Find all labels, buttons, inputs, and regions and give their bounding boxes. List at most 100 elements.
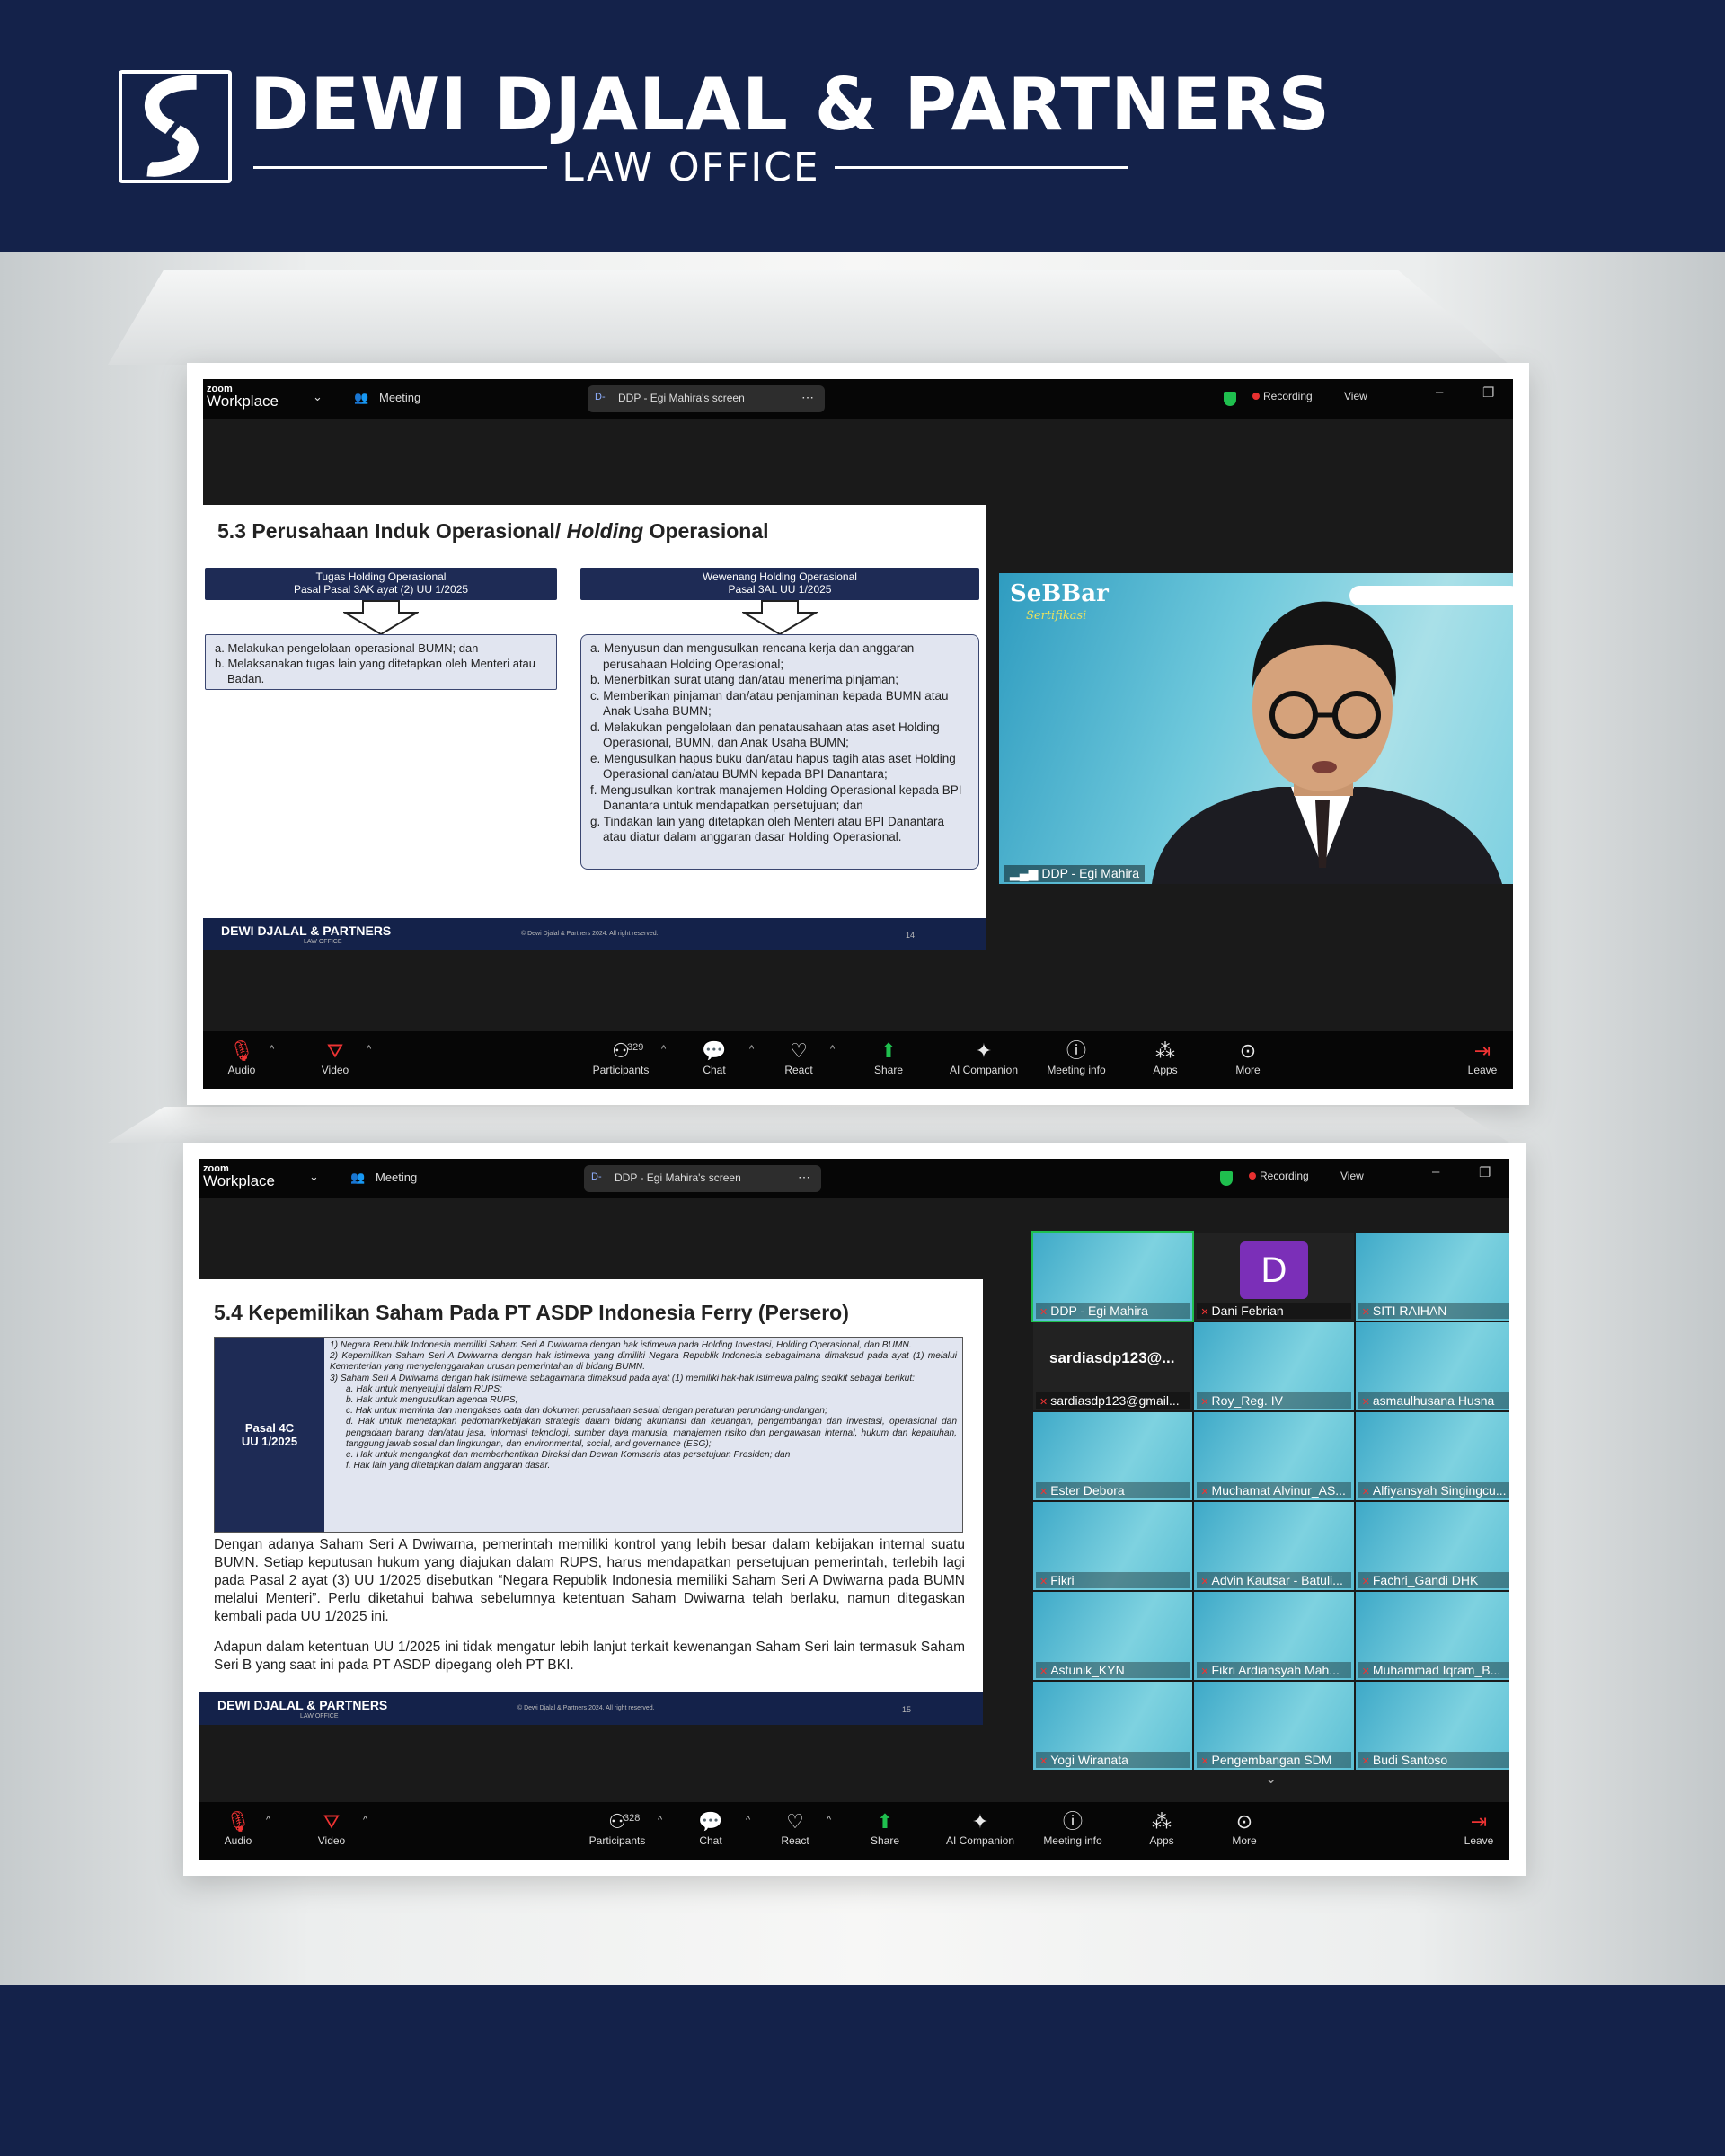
zoom-titlebar: zoom Workplace ⌄ 👥 Meeting D- DDP - Egi … [199, 1159, 1509, 1198]
minimize-icon[interactable]: – [1432, 1164, 1439, 1180]
apps-button[interactable]: ⁂ Apps [1130, 1809, 1193, 1847]
react-caret[interactable]: ^ [830, 1044, 835, 1055]
ai-companion-button[interactable]: ✦ AI Companion [943, 1038, 1024, 1076]
slide-footer: DEWI DJALAL & PARTNERS LAW OFFICE © Dewi… [199, 1692, 983, 1725]
pasal-table: Pasal 4C UU 1/2025 1) Negara Republik In… [214, 1337, 963, 1533]
audio-button[interactable]: 🎙 Audio [210, 1038, 273, 1076]
share-button[interactable]: ⬆ Share [857, 1038, 920, 1076]
audio-button[interactable]: 🎙 Audio [207, 1809, 270, 1847]
audio-options-caret[interactable]: ^ [266, 1815, 270, 1825]
share-title-pill[interactable]: D- DDP - Egi Mahira's screen ⋯ [584, 1165, 821, 1192]
participants-caret[interactable]: ^ [658, 1815, 662, 1825]
chevron-down-icon[interactable]: ⌄ [309, 1170, 319, 1184]
signal-icon: ▂▄▆ [1010, 866, 1042, 880]
audio-options-caret[interactable]: ^ [270, 1044, 274, 1055]
leave-button[interactable]: ⇥ Leave [1452, 1809, 1506, 1847]
participant-tile[interactable]: ✕ SITI RAIHAN [1355, 1233, 1509, 1321]
participant-tile[interactable]: ✕ asmaulhusana Husna [1355, 1322, 1509, 1410]
leave-button[interactable]: ⇥ Leave [1455, 1038, 1509, 1076]
participant-tile[interactable]: ✕ Yogi Wiranata [1033, 1682, 1193, 1770]
participant-tile[interactable]: ✕ Muchamat Alvinur_AS... [1194, 1412, 1354, 1500]
react-button[interactable]: ♡ React [767, 1038, 830, 1076]
participant-name: ✕ Fikri [1036, 1572, 1190, 1588]
participant-tile[interactable]: ✕ Alfiyansyah Singingcu... [1355, 1412, 1509, 1500]
list-item: c. Memberikan pinjaman dan/atau penjamin… [590, 688, 949, 719]
more-options-icon[interactable]: ⋯ [801, 390, 814, 405]
meeting-controls: 🎙 Audio ^ ⛛ Video ^ ⚇ 328 Participants ^ 💬 Ch… [199, 1802, 1509, 1860]
participant-name: ✕ Fikri Ardiansyah Mah... [1197, 1662, 1351, 1678]
more-button[interactable]: ⊙ More [1213, 1809, 1276, 1847]
meeting-label[interactable]: Meeting [379, 391, 420, 404]
ai-sparkle-icon: ✦ [975, 1039, 993, 1062]
participants-button[interactable]: ⚇ 328 Participants [577, 1809, 658, 1847]
microphone-muted-icon: ✕ [1200, 1397, 1209, 1408]
firm-logo-icon [119, 70, 232, 183]
participant-tile[interactable]: ✕ Ester Debora [1033, 1412, 1193, 1500]
participant-tile[interactable]: ✕ Fachri_Gandi DHK [1355, 1502, 1509, 1590]
participant-tile[interactable]: ✕ Fikri [1033, 1502, 1193, 1590]
participant-tile[interactable]: ✕ Muhammad Iqram_B... [1355, 1592, 1509, 1680]
participant-name: ✕ Astunik_KYN [1036, 1662, 1190, 1678]
meeting-label[interactable]: Meeting [376, 1171, 417, 1184]
video-button[interactable]: ⛛ Video [300, 1809, 363, 1847]
footer-sub: LAW OFFICE [300, 1713, 339, 1719]
page-number: 14 [906, 931, 916, 940]
chat-button[interactable]: 💬 Chat [683, 1038, 746, 1076]
chevron-down-icon[interactable]: ⌄ [1265, 1770, 1277, 1788]
video-button[interactable]: ⛛ Video [304, 1038, 367, 1076]
participant-name: ✕ Ester Debora [1036, 1482, 1190, 1498]
view-button[interactable]: View [1344, 390, 1367, 402]
react-caret[interactable]: ^ [827, 1815, 831, 1825]
apps-button[interactable]: ⁂ Apps [1134, 1038, 1197, 1076]
restore-icon[interactable]: ❐ [1479, 1164, 1491, 1180]
shield-icon[interactable] [1220, 1171, 1233, 1186]
recording-indicator[interactable]: Recording [1252, 390, 1313, 402]
participant-name: ✕ SITI RAIHAN [1358, 1303, 1509, 1319]
participant-name: ✕ Yogi Wiranata [1036, 1752, 1190, 1768]
chat-caret[interactable]: ^ [746, 1815, 750, 1825]
participant-name: ✕ Pengembangan SDM [1197, 1752, 1351, 1768]
participant-name: ✕ Budi Santoso [1358, 1752, 1509, 1768]
participants-button[interactable]: ⚇ 329 Participants [580, 1038, 661, 1076]
participant-tile[interactable]: sardiasdp123@... ✕ sardiasdp123@gmail... [1033, 1322, 1193, 1410]
meeting-info-button[interactable]: ⓘ Meeting info [1035, 1809, 1110, 1847]
minimize-icon[interactable]: – [1436, 384, 1443, 400]
view-button[interactable]: View [1340, 1170, 1364, 1182]
more-options-icon[interactable]: ⋯ [798, 1170, 810, 1185]
list-item: a. Menyusun dan mengusulkan rencana kerj… [590, 641, 915, 671]
restore-icon[interactable]: ❐ [1482, 384, 1494, 401]
participant-tile[interactable]: ✕ DDP - Egi Mahira [1031, 1231, 1195, 1322]
participant-tile[interactable]: ✕ Astunik_KYN [1033, 1592, 1193, 1680]
participant-tile[interactable]: ✕ Roy_Reg. IV [1194, 1322, 1354, 1410]
left-box-heading: Tugas Holding Operasional Pasal Pasal 3A… [205, 568, 557, 600]
meeting-controls: 🎙 Audio ^ ⛛ Video ^ ⚇ 329 Participants ^ 💬 Ch… [203, 1031, 1513, 1089]
speaker-video[interactable]: SeBBar Sertifikasi ▂▄▆ DDP - Egi Mahira [999, 573, 1513, 884]
chat-button[interactable]: 💬 Chat [679, 1809, 742, 1847]
list-item: b. Hak untuk mengusulkan agenda RUPS; [346, 1395, 518, 1406]
chat-caret[interactable]: ^ [749, 1044, 754, 1055]
react-button[interactable]: ♡ React [764, 1809, 827, 1847]
info-icon: ⓘ [1066, 1039, 1086, 1062]
meeting-icon: 👥 [350, 1171, 366, 1184]
chevron-down-icon[interactable]: ⌄ [313, 390, 323, 404]
share-title-pill[interactable]: D- DDP - Egi Mahira's screen ⋯ [588, 385, 825, 412]
participant-tile[interactable]: ✕ Fikri Ardiansyah Mah... [1194, 1592, 1354, 1680]
meeting-info-button[interactable]: ⓘ Meeting info [1039, 1038, 1114, 1076]
participant-gallery: ✕ DDP - Egi Mahira D ✕ Dani Febrian ✕ SITI RAI… [1031, 1231, 1509, 1770]
video-options-caret[interactable]: ^ [367, 1044, 371, 1055]
more-button[interactable]: ⊙ More [1216, 1038, 1279, 1076]
video-options-caret[interactable]: ^ [363, 1815, 367, 1825]
participant-tile[interactable]: ✕ Budi Santoso [1355, 1682, 1509, 1770]
share-button[interactable]: ⬆ Share [854, 1809, 916, 1847]
microphone-muted-icon: ✕ [1200, 1666, 1209, 1677]
participants-caret[interactable]: ^ [661, 1044, 666, 1055]
list-item: e. Hak untuk mengangkat dan memberhentik… [346, 1450, 791, 1461]
recording-indicator[interactable]: Recording [1249, 1170, 1309, 1182]
leave-icon: ⇥ [1470, 1810, 1488, 1833]
participant-tile[interactable]: D ✕ Dani Febrian [1194, 1233, 1354, 1321]
participant-tile[interactable]: ✕ Advin Kautsar - Batuli... [1194, 1502, 1354, 1590]
ai-companion-button[interactable]: ✦ AI Companion [940, 1809, 1021, 1847]
participant-tile[interactable]: ✕ Pengembangan SDM [1194, 1682, 1354, 1770]
microphone-muted-icon: ✕ [1039, 1666, 1048, 1677]
shield-icon[interactable] [1224, 392, 1236, 406]
